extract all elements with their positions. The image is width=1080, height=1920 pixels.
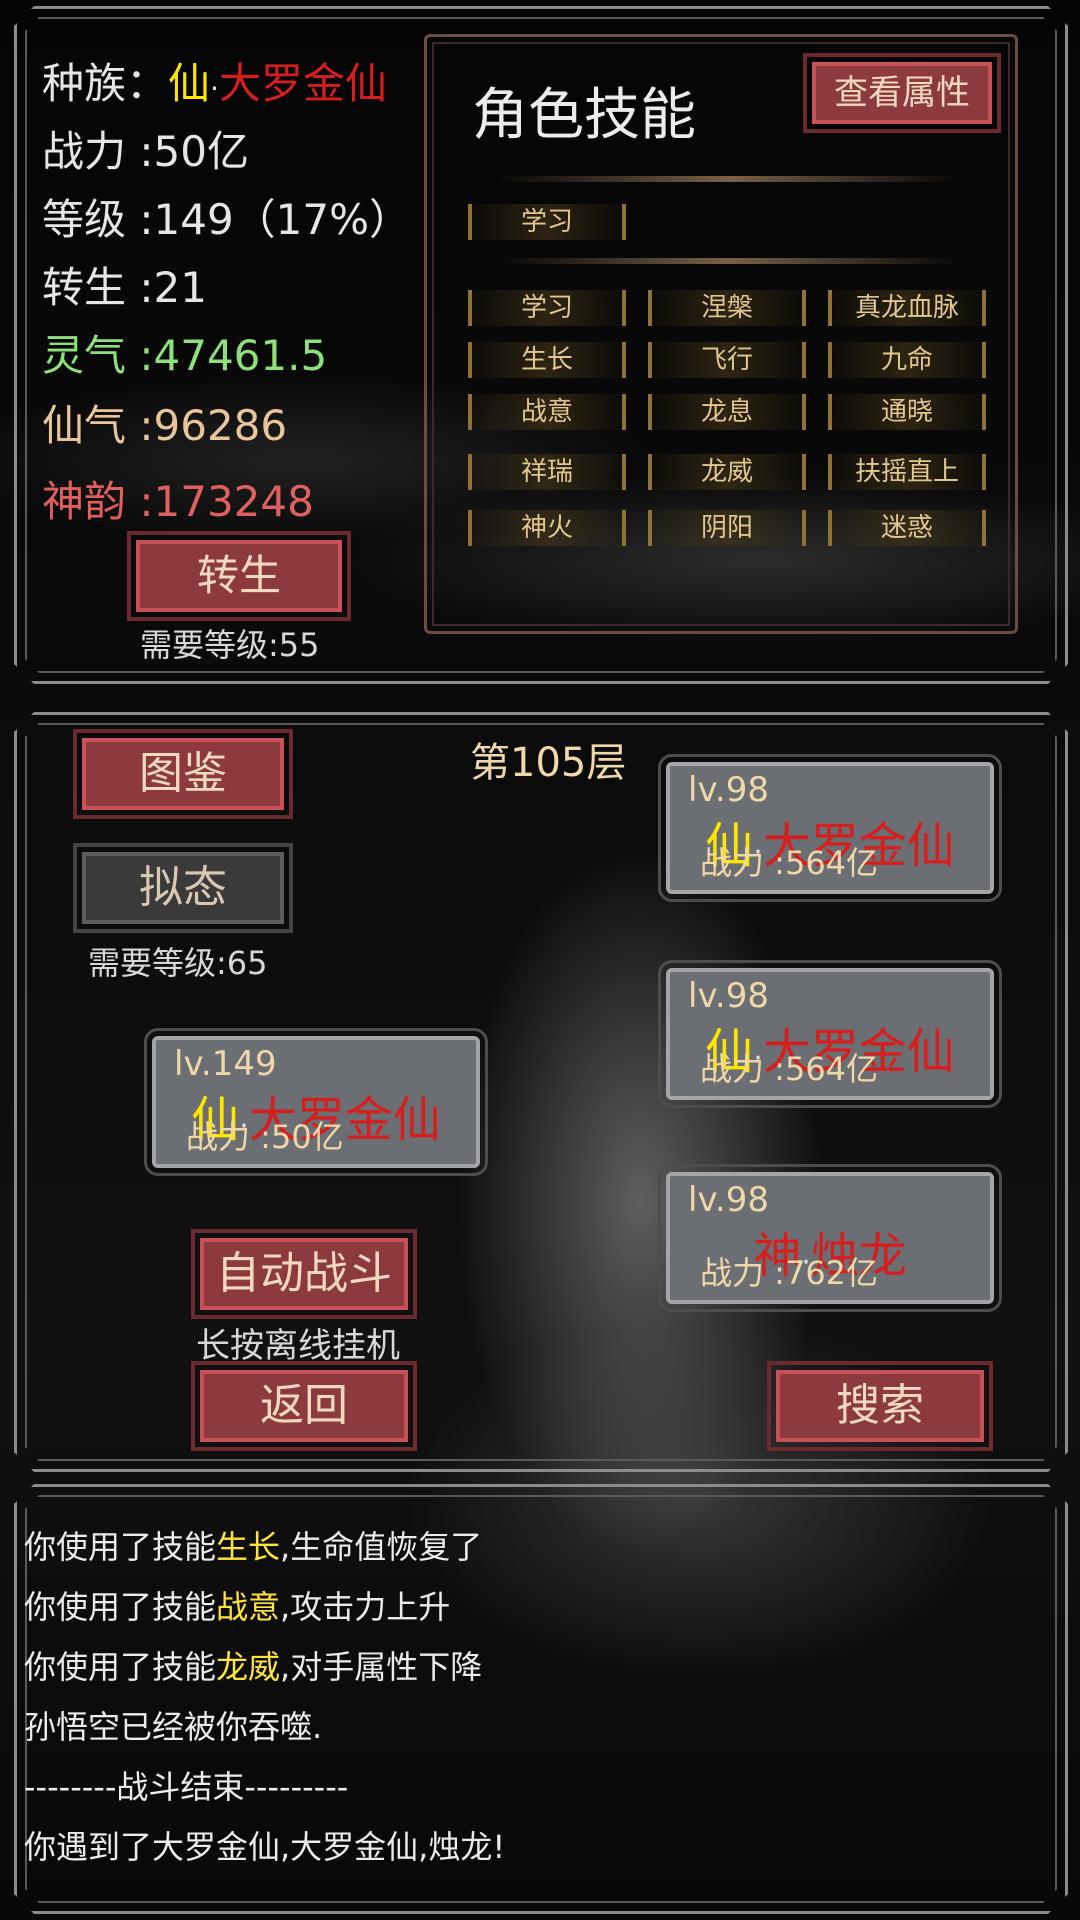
offline-hint: 长按离线挂机 bbox=[196, 1326, 400, 1366]
skill-item[interactable]: 生长 bbox=[468, 342, 626, 378]
skill-item[interactable]: 飞行 bbox=[648, 342, 806, 378]
log-line: 你遇到了大罗金仙,大罗金仙,烛龙! bbox=[24, 1828, 506, 1866]
enemy-power: 战力 :564亿 bbox=[700, 844, 879, 882]
log-skill: 生长 bbox=[216, 1528, 281, 1566]
rebirth-requirement: 需要等级:55 bbox=[140, 626, 320, 664]
view-attributes-button[interactable]: 查看属性 bbox=[803, 53, 1001, 133]
log-text: 你使用了技能 bbox=[24, 1528, 217, 1566]
skill-item[interactable]: 迷惑 bbox=[828, 510, 986, 546]
skill-item[interactable]: 龙威 bbox=[648, 454, 806, 490]
skill-item[interactable]: 九命 bbox=[828, 342, 986, 378]
skill-item[interactable]: 龙息 bbox=[648, 394, 806, 430]
skill-item[interactable]: 学习 bbox=[468, 290, 626, 326]
log-line: 你使用了技能战意,攻击力上升 bbox=[24, 1582, 450, 1628]
log-text: ,对手属性下降 bbox=[280, 1648, 483, 1686]
log-line: 你使用了技能生长,生命值恢复了 bbox=[24, 1522, 482, 1568]
enemy-level: lv.98 bbox=[688, 770, 769, 810]
player-power: 战力 :50亿 bbox=[186, 1118, 344, 1156]
race-prefix: 仙 bbox=[168, 59, 211, 108]
active-skill-slot[interactable]: 学习 bbox=[468, 204, 626, 240]
skill-item[interactable]: 扶摇直上 bbox=[828, 454, 986, 490]
skill-item[interactable]: 祥瑞 bbox=[468, 454, 626, 490]
log-skill: 战意 bbox=[216, 1588, 281, 1626]
race-stat: 种族：仙·大罗金仙 bbox=[42, 50, 387, 111]
enemy-power: 战力 :762亿 bbox=[700, 1254, 879, 1292]
skill-item[interactable]: 阴阳 bbox=[648, 510, 806, 546]
rebirth-button[interactable]: 转生 bbox=[127, 531, 351, 621]
back-button[interactable]: 返回 bbox=[191, 1361, 417, 1451]
skill-divider-1 bbox=[500, 176, 960, 182]
skill-item[interactable]: 真龙血脉 bbox=[828, 290, 986, 326]
codex-button[interactable]: 图鉴 bbox=[73, 729, 293, 819]
rebirth-stat: 转生 :21 bbox=[42, 263, 207, 312]
xianqi-stat: 仙气 :96286 bbox=[42, 401, 288, 450]
enemy-power: 战力 :564亿 bbox=[700, 1050, 879, 1088]
enemy-card[interactable]: lv.98 仙·大罗金仙 战力 :564亿 bbox=[658, 960, 1002, 1108]
log-line: --------战斗结束--------- bbox=[24, 1768, 349, 1806]
player-card[interactable]: lv.149 仙·大罗金仙 战力 :50亿 bbox=[144, 1028, 488, 1176]
search-button[interactable]: 搜索 bbox=[767, 1361, 993, 1451]
skill-item[interactable]: 战意 bbox=[468, 394, 626, 430]
skill-item[interactable]: 涅槃 bbox=[648, 290, 806, 326]
log-skill: 龙威 bbox=[216, 1648, 281, 1686]
skill-divider-2 bbox=[500, 258, 960, 264]
level-stat: 等级 :149（17%） bbox=[42, 195, 412, 244]
log-text: 你使用了技能 bbox=[24, 1588, 217, 1626]
race-dot: · bbox=[210, 72, 219, 105]
shenyun-stat: 神韵 :173248 bbox=[42, 477, 314, 526]
log-text: 你使用了技能 bbox=[24, 1648, 217, 1686]
lingqi-stat: 灵气 :47461.5 bbox=[42, 331, 328, 380]
log-text: ,生命值恢复了 bbox=[280, 1528, 483, 1566]
race-label: 种族： bbox=[42, 59, 169, 108]
enemy-level: lv.98 bbox=[688, 1180, 769, 1220]
mimic-button[interactable]: 拟态 bbox=[73, 843, 293, 933]
enemy-level: lv.98 bbox=[688, 976, 769, 1016]
enemy-card[interactable]: lv.98 神·烛龙 战力 :762亿 bbox=[658, 1164, 1002, 1312]
enemy-card[interactable]: lv.98 仙·大罗金仙 战力 :564亿 bbox=[658, 754, 1002, 902]
power-stat: 战力 :50亿 bbox=[42, 127, 249, 176]
mimic-requirement: 需要等级:65 bbox=[88, 944, 268, 982]
log-line: 孙悟空已经被你吞噬. bbox=[24, 1708, 323, 1746]
race-rank: 大罗金仙 bbox=[218, 59, 387, 108]
auto-battle-button[interactable]: 自动战斗 bbox=[191, 1229, 417, 1319]
skills-title: 角色技能 bbox=[472, 83, 696, 148]
log-text: ,攻击力上升 bbox=[280, 1588, 451, 1626]
skill-item[interactable]: 通晓 bbox=[828, 394, 986, 430]
player-level: lv.149 bbox=[174, 1044, 277, 1084]
log-line: 你使用了技能龙威,对手属性下降 bbox=[24, 1642, 482, 1688]
floor-label: 第105层 bbox=[470, 740, 627, 786]
skill-item[interactable]: 神火 bbox=[468, 510, 626, 546]
